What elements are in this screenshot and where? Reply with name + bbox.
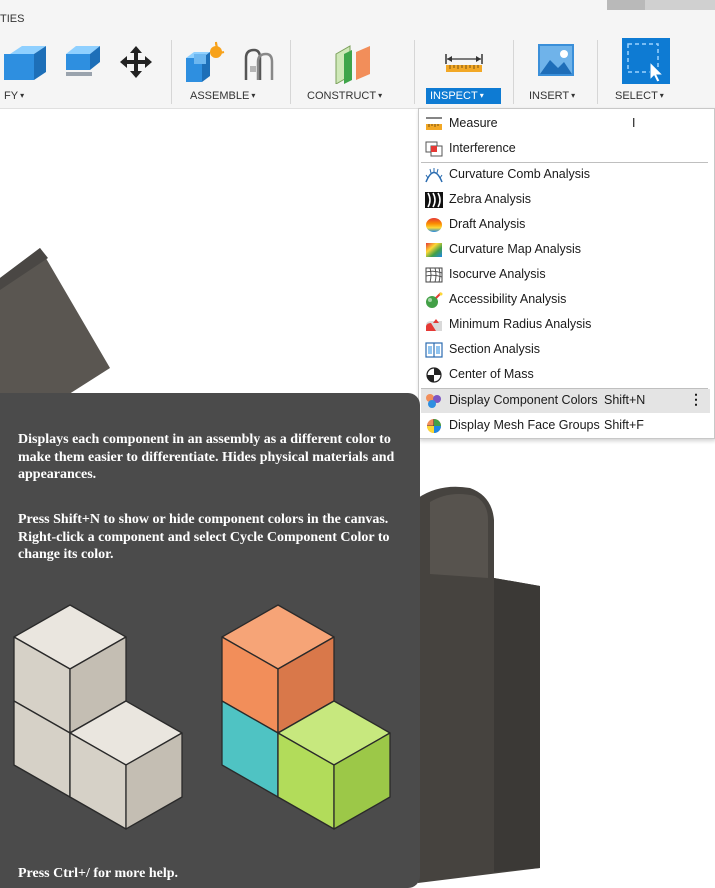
curvature-map-icon <box>426 243 442 257</box>
chevron-down-icon: ▾ <box>251 91 256 100</box>
select-window-icon[interactable] <box>622 38 670 84</box>
chevron-down-icon: ▾ <box>479 91 484 100</box>
offset-plane-icon[interactable] <box>328 42 374 84</box>
select-menu[interactable]: SELECT ▾ <box>611 88 668 104</box>
chevron-down-icon: ▾ <box>659 91 664 100</box>
interference-icon <box>425 141 443 157</box>
menu-item-shortcut: Shift+N <box>604 393 646 407</box>
box-extrude-icon[interactable] <box>0 40 50 82</box>
menu-item-label: Zebra Analysis <box>449 192 531 206</box>
menu-item-center-of-mass[interactable]: Center of Mass <box>421 363 710 387</box>
accessibility-analysis-icon <box>426 292 443 308</box>
chevron-down-icon: ▾ <box>571 91 576 100</box>
toolbar-separator <box>290 40 291 104</box>
toolbar: TIES FY ▾ ASSEMBLE ▾ CONSTRUCT ▾ INSPECT… <box>0 0 715 109</box>
construct-label: CONSTRUCT <box>307 90 377 102</box>
assemble-menu[interactable]: ASSEMBLE ▾ <box>186 88 259 104</box>
measure-ruler-icon[interactable] <box>444 50 484 74</box>
menu-item-label: Display Component Colors <box>449 393 598 407</box>
command-tooltip: Displays each component in an assembly a… <box>0 393 420 888</box>
menu-item-label: Accessibility Analysis <box>449 292 567 306</box>
toolbar-separator <box>414 40 415 104</box>
inspect-dropdown-menu: Measure I Interference Curvature Comb An… <box>418 108 715 439</box>
measure-icon <box>426 117 442 130</box>
menu-item-label: Center of Mass <box>449 367 534 381</box>
modify-label: FY <box>4 90 19 102</box>
minimum-radius-icon <box>426 319 442 331</box>
colored-cubes-illustration <box>221 604 391 830</box>
new-component-icon[interactable] <box>180 40 228 84</box>
component-colors-illustration <box>13 604 391 830</box>
shell-icon[interactable] <box>62 42 106 80</box>
menu-item-label: Interference <box>449 141 516 155</box>
menu-item-shortcut: I <box>632 116 636 130</box>
isocurve-icon <box>425 267 443 283</box>
curvature-comb-icon <box>425 168 443 183</box>
inspect-label: INSPECT <box>430 90 478 102</box>
menu-item-display-component-colors[interactable]: Display Component Colors Shift+N ⋮ <box>421 389 710 413</box>
toolbar-separator <box>597 40 598 104</box>
menu-item-shortcut: Shift+F <box>604 418 644 432</box>
toolbar-tab-label[interactable]: TIES <box>0 13 24 25</box>
menu-item-label: Display Mesh Face Groups <box>449 418 600 432</box>
menu-item-interference[interactable]: Interference <box>421 137 710 161</box>
toolbar-separator <box>171 40 172 104</box>
menu-item-curvature-comb[interactable]: Curvature Comb Analysis <box>421 163 710 187</box>
menu-item-curvature-map[interactable]: Curvature Map Analysis <box>421 238 710 262</box>
select-label: SELECT <box>615 90 658 102</box>
draft-analysis-icon <box>426 218 442 232</box>
insert-label: INSERT <box>529 90 570 102</box>
menu-item-section-analysis[interactable]: Section Analysis <box>421 338 710 362</box>
menu-item-label: Measure <box>449 116 498 130</box>
menu-item-display-mesh-face-groups[interactable]: Display Mesh Face Groups Shift+F <box>421 414 710 438</box>
inspect-menu-button[interactable]: INSPECT ▾ <box>426 88 501 104</box>
menu-item-measure[interactable]: Measure I <box>421 112 710 136</box>
section-analysis-icon <box>425 342 443 358</box>
modify-menu[interactable]: FY ▾ <box>0 88 28 104</box>
chevron-down-icon: ▾ <box>378 91 383 100</box>
menu-item-label: Draft Analysis <box>449 217 526 231</box>
menu-item-label: Isocurve Analysis <box>449 267 546 281</box>
more-options-icon[interactable]: ⋮ <box>689 391 703 408</box>
zebra-icon <box>425 192 443 208</box>
menu-item-label: Curvature Comb Analysis <box>449 167 591 181</box>
toolbar-scroll-thumb[interactable] <box>607 0 645 10</box>
construct-menu[interactable]: CONSTRUCT ▾ <box>303 88 386 104</box>
assemble-label: ASSEMBLE <box>190 90 250 102</box>
tooltip-help-hint: Press Ctrl+/ for more help. <box>18 866 179 881</box>
menu-item-zebra[interactable]: Zebra Analysis <box>421 188 710 212</box>
component-colors-icon <box>426 394 441 408</box>
menu-item-isocurve[interactable]: Isocurve Analysis <box>421 263 710 287</box>
insert-menu[interactable]: INSERT ▾ <box>525 88 579 104</box>
menu-item-draft-analysis[interactable]: Draft Analysis <box>421 213 710 237</box>
menu-item-minimum-radius[interactable]: Minimum Radius Analysis <box>421 313 710 337</box>
menu-item-label: Section Analysis <box>449 342 541 356</box>
menu-item-label: Minimum Radius Analysis <box>449 317 592 331</box>
chevron-down-icon: ▾ <box>20 91 25 100</box>
center-of-mass-icon <box>426 367 442 383</box>
mesh-face-groups-icon <box>427 419 441 433</box>
menu-item-label: Curvature Map Analysis <box>449 242 582 256</box>
menu-item-accessibility-analysis[interactable]: Accessibility Analysis <box>421 288 710 312</box>
insert-image-icon[interactable] <box>536 40 576 80</box>
move-icon[interactable] <box>116 44 156 80</box>
uncolored-cubes-illustration <box>13 604 183 830</box>
toolbar-separator <box>513 40 514 104</box>
joint-icon[interactable] <box>238 46 278 84</box>
